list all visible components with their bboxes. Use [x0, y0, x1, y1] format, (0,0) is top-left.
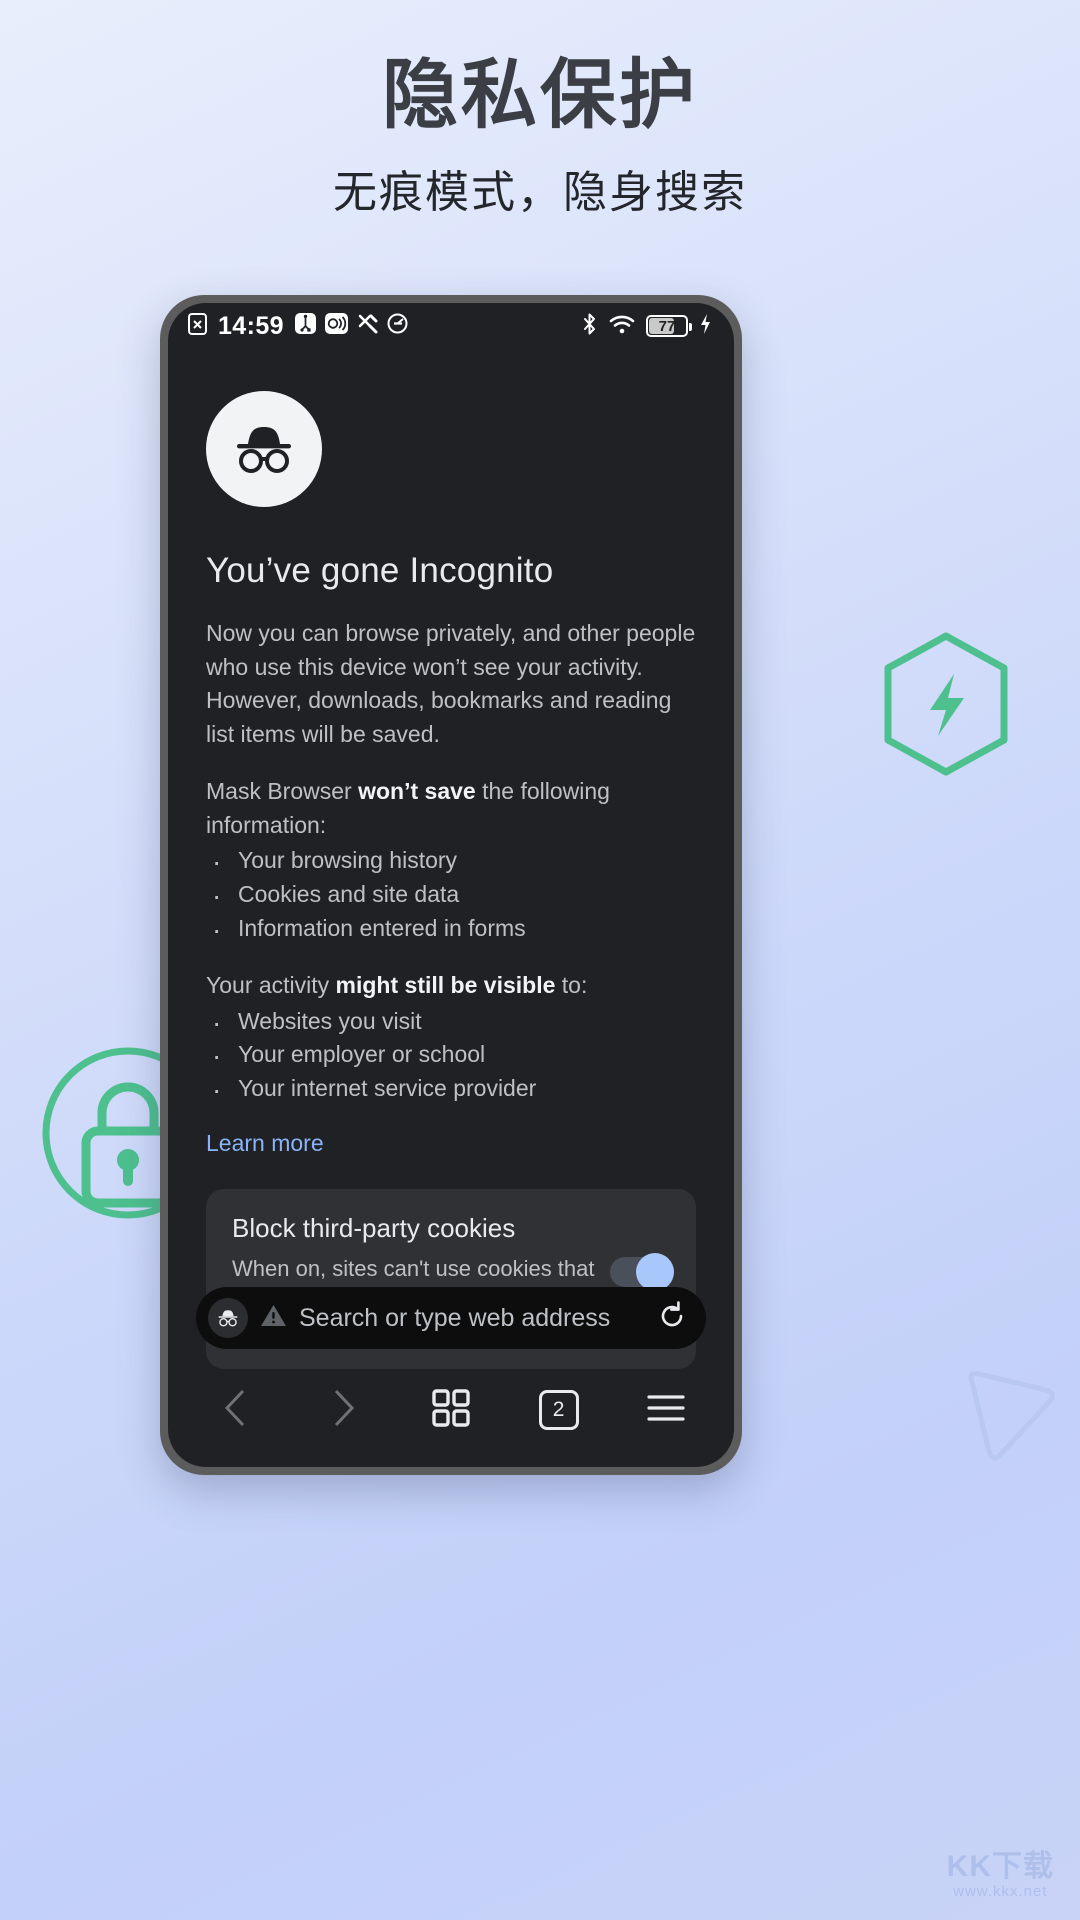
- nav-tab-switcher-button[interactable]: 2: [523, 1380, 595, 1440]
- tab-count-badge: 2: [538, 1390, 579, 1430]
- wont-save-paragraph: Mask Browser won’t save the following in…: [206, 775, 696, 842]
- incognito-intro-text: Now you can browse privately, and other …: [206, 620, 696, 747]
- phone-screen: 14:59 77 You’ve gone Incognito Now you c…: [168, 303, 734, 1467]
- watermark-url: www.kkx.net: [953, 1883, 1048, 1900]
- wifi-icon: [609, 314, 635, 339]
- omnibox-container: Search or type web address: [196, 1287, 706, 1349]
- nav-menu-button[interactable]: [630, 1380, 702, 1440]
- warning-triangle-icon[interactable]: [260, 1303, 287, 1333]
- block-cookies-toggle[interactable]: [610, 1252, 674, 1291]
- incognito-hat-icon: [237, 427, 291, 473]
- do-not-disturb-icon: [387, 313, 408, 339]
- phone-mockup: 14:59 77 You’ve gone Incognito Now you c…: [160, 295, 742, 1475]
- omnibox-placeholder[interactable]: Search or type web address: [299, 1304, 644, 1333]
- page-subtitle: 无痕模式，隐身搜索: [333, 167, 747, 217]
- incognito-hat-icon[interactable]: [208, 1298, 248, 1338]
- visible-list: Websites you visit Your employer or scho…: [206, 1003, 696, 1111]
- bluetooth-icon: [581, 312, 598, 341]
- omnibox[interactable]: Search or type web address: [196, 1287, 706, 1349]
- status-bar-left: 14:59: [188, 311, 408, 340]
- status-bar-right: 77: [581, 312, 712, 341]
- incognito-heading: You’ve gone Incognito: [206, 551, 554, 590]
- list-item: Websites you visit: [206, 1003, 696, 1043]
- status-bar: 14:59 77: [168, 303, 734, 349]
- chevron-left-icon: [221, 1387, 251, 1434]
- visible-suffix: to:: [555, 972, 588, 999]
- incognito-new-tab-page: You’ve gone Incognito Now you can browse…: [168, 349, 734, 1370]
- page-title: 隐私保护: [382, 53, 698, 138]
- hamburger-menu-icon: [647, 1393, 685, 1428]
- battery-icon: 77: [646, 315, 692, 337]
- wont-save-prefix: Mask Browser: [206, 778, 359, 805]
- wont-save-list: Your browsing history Cookies and site d…: [206, 842, 696, 950]
- nav-apps-button[interactable]: [415, 1380, 487, 1440]
- charging-bolt-icon: [699, 313, 712, 340]
- developer-tools-icon: [357, 313, 378, 339]
- nav-back-button[interactable]: [200, 1380, 272, 1440]
- bottom-nav: 2: [168, 1373, 734, 1447]
- list-item: Cookies and site data: [206, 876, 696, 916]
- sim-card-off-icon: [188, 312, 207, 340]
- list-item: Your internet service provider: [206, 1070, 696, 1110]
- visible-prefix: Your activity: [206, 972, 336, 999]
- chevron-right-icon: [328, 1387, 358, 1434]
- usb-debug-icon: [294, 313, 316, 339]
- rounded-triangle-icon: [954, 1360, 1064, 1475]
- promo-poster: 隐私保护 无痕模式，隐身搜索 14:59 77 You’ve gone Inco…: [0, 0, 1080, 1920]
- list-item: Your browsing history: [206, 842, 696, 882]
- nav-forward-button[interactable]: [307, 1380, 379, 1440]
- sound-mode-icon: [324, 313, 348, 339]
- learn-more-link[interactable]: Learn more: [206, 1130, 324, 1157]
- battery-percent-label: 77: [658, 317, 676, 335]
- incognito-avatar: [206, 391, 322, 507]
- shield-bolt-icon: [880, 630, 1012, 783]
- visible-paragraph: Your activity might still be visible to:: [206, 969, 696, 1003]
- headline-block: 隐私保护 无痕模式，隐身搜索: [0, 56, 1080, 220]
- status-bar-time: 14:59: [218, 311, 284, 340]
- watermark: KK下载 www.kkx.net: [947, 1850, 1054, 1900]
- wont-save-emphasis: won’t save: [358, 778, 476, 805]
- list-item: Your employer or school: [206, 1036, 696, 1076]
- watermark-brand: KK下载: [946, 1850, 1054, 1883]
- list-item: Information entered in forms: [206, 910, 696, 950]
- toggle-knob: [636, 1252, 674, 1291]
- visible-emphasis: might still be visible: [335, 972, 556, 999]
- block-cookies-title: Block third-party cookies: [232, 1212, 516, 1243]
- grid-apps-icon: [432, 1388, 470, 1432]
- reload-icon[interactable]: [656, 1300, 688, 1337]
